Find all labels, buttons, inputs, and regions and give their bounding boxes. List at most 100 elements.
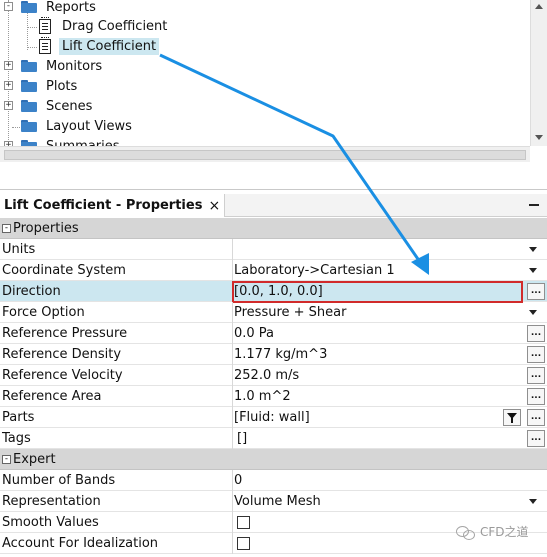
- section-expert[interactable]: - Expert: [0, 449, 547, 470]
- property-name: Direction: [2, 284, 61, 299]
- ellipsis-button[interactable]: ...: [527, 346, 545, 363]
- smooth-values-checkbox[interactable]: [237, 516, 250, 529]
- ellipsis-button[interactable]: ...: [527, 367, 545, 384]
- tree-item-label: Layout Views: [46, 118, 132, 134]
- property-name: Smooth Values: [2, 515, 99, 530]
- properties-header: Lift Coefficient - Properties ×: [0, 194, 547, 217]
- expand-icon[interactable]: +: [4, 61, 13, 70]
- property-row-units[interactable]: Units: [0, 239, 547, 260]
- folder-icon: [21, 100, 37, 112]
- tree-item-label: Plots: [46, 78, 78, 94]
- filter-icon[interactable]: [503, 409, 521, 426]
- property-row-parts[interactable]: Parts [Fluid: wall] ...: [0, 407, 547, 428]
- close-icon[interactable]: ×: [208, 198, 220, 214]
- property-name: Coordinate System: [2, 263, 126, 278]
- section-title: Expert: [13, 451, 56, 467]
- tree-item-label: Drag Coefficient: [62, 18, 168, 34]
- property-row-reference-area[interactable]: Reference Area 1.0 m^2 ...: [0, 386, 547, 407]
- column-divider: [232, 470, 233, 491]
- tree-item-scenes[interactable]: + Scenes: [4, 96, 95, 116]
- tree-connector: [12, 127, 20, 128]
- property-value[interactable]: 0: [234, 470, 242, 491]
- tab-lift-coefficient-properties[interactable]: Lift Coefficient - Properties ×: [0, 194, 226, 217]
- scrollbar-thumb[interactable]: [4, 150, 526, 160]
- property-value[interactable]: Volume Mesh: [234, 491, 321, 512]
- tree-item-plots[interactable]: + Plots: [4, 76, 80, 96]
- watermark: CFD之道: [456, 523, 529, 540]
- tree-item-summaries[interactable]: + Summaries: [4, 136, 123, 146]
- property-value[interactable]: Laboratory->Cartesian 1: [234, 260, 395, 281]
- property-row-tags[interactable]: Tags [] ...: [0, 428, 547, 449]
- dropdown-arrow-icon[interactable]: [529, 310, 537, 315]
- tree-connector: [27, 47, 37, 48]
- minimize-icon[interactable]: [529, 204, 539, 206]
- scroll-up-icon[interactable]: [535, 4, 543, 9]
- property-name: Reference Pressure: [2, 326, 128, 341]
- expand-icon[interactable]: +: [4, 101, 13, 110]
- column-divider: [232, 533, 233, 554]
- property-name: Reference Velocity: [2, 368, 123, 383]
- tree-item-drag-coefficient[interactable]: Drag Coefficient: [39, 16, 170, 36]
- property-value[interactable]: 0.0 Pa: [234, 323, 274, 344]
- collapse-icon[interactable]: -: [4, 2, 13, 11]
- tree-horizontal-scrollbar[interactable]: [0, 146, 530, 162]
- tree-vertical-scrollbar[interactable]: [530, 0, 547, 146]
- expand-icon[interactable]: +: [4, 81, 13, 90]
- tree-clip: + Summaries: [0, 136, 530, 146]
- tree-item-layout-views[interactable]: Layout Views: [21, 116, 135, 136]
- scroll-down-icon[interactable]: [535, 135, 543, 140]
- folder-icon: [21, 1, 37, 13]
- property-row-reference-pressure[interactable]: Reference Pressure 0.0 Pa ...: [0, 323, 547, 344]
- dropdown-arrow-icon[interactable]: [529, 268, 537, 273]
- tree-item-label: Monitors: [46, 58, 103, 74]
- folder-icon: [21, 60, 37, 72]
- wechat-icon: [456, 524, 476, 540]
- ellipsis-button[interactable]: ...: [527, 283, 545, 300]
- tree-item-label: Scenes: [46, 98, 93, 114]
- section-properties[interactable]: - Properties: [0, 218, 547, 239]
- collapse-icon[interactable]: -: [2, 454, 11, 464]
- property-row-reference-density[interactable]: Reference Density 1.177 kg/m^3 ...: [0, 344, 547, 365]
- column-divider: [232, 491, 233, 512]
- property-value[interactable]: 252.0 m/s: [234, 365, 299, 386]
- collapse-icon[interactable]: -: [2, 223, 11, 233]
- ellipsis-button[interactable]: ...: [527, 325, 545, 342]
- property-name: Reference Area: [2, 389, 102, 404]
- property-name: Parts: [2, 410, 35, 425]
- ellipsis-button[interactable]: ...: [527, 409, 545, 426]
- property-value[interactable]: Pressure + Shear: [234, 302, 346, 323]
- column-divider: [232, 365, 233, 386]
- property-value[interactable]: 1.0 m^2: [234, 386, 291, 407]
- account-for-idealization-checkbox[interactable]: [237, 537, 250, 550]
- report-icon: [39, 36, 51, 54]
- property-row-force-option[interactable]: Force Option Pressure + Shear: [0, 302, 547, 323]
- column-divider: [232, 239, 233, 260]
- column-divider: [232, 323, 233, 344]
- dropdown-arrow-icon[interactable]: [529, 247, 537, 252]
- watermark-text: CFD之道: [480, 525, 529, 539]
- ellipsis-button[interactable]: ...: [527, 388, 545, 405]
- column-divider: [232, 302, 233, 323]
- folder-icon: [21, 120, 37, 132]
- tree-item-reports[interactable]: - Reports: [4, 0, 99, 17]
- property-value[interactable]: 1.177 kg/m^3: [234, 344, 327, 365]
- property-value[interactable]: [Fluid: wall]: [234, 407, 310, 428]
- tree-item-monitors[interactable]: + Monitors: [4, 56, 105, 76]
- highlight-box: [232, 281, 523, 303]
- tree-connector: [27, 27, 37, 28]
- property-name: Tags: [2, 431, 31, 446]
- tree-item-label: Summaries: [46, 138, 120, 147]
- column-divider: [232, 407, 233, 428]
- property-value[interactable]: []: [237, 428, 247, 449]
- dropdown-arrow-icon[interactable]: [529, 499, 537, 504]
- property-row-number-of-bands[interactable]: Number of Bands 0: [0, 470, 547, 491]
- property-row-direction[interactable]: Direction [0.0, 1.0, 0.0] ...: [0, 281, 547, 303]
- property-name: Force Option: [2, 305, 85, 320]
- property-row-reference-velocity[interactable]: Reference Velocity 252.0 m/s ...: [0, 365, 547, 386]
- ellipsis-button[interactable]: ...: [527, 430, 545, 447]
- property-row-coordinate-system[interactable]: Coordinate System Laboratory->Cartesian …: [0, 260, 547, 281]
- tree-item-label: Lift Coefficient: [59, 37, 160, 55]
- property-row-representation[interactable]: Representation Volume Mesh: [0, 491, 547, 512]
- tree-item-lift-coefficient[interactable]: Lift Coefficient: [39, 36, 160, 56]
- tab-title: Lift Coefficient - Properties: [4, 198, 203, 213]
